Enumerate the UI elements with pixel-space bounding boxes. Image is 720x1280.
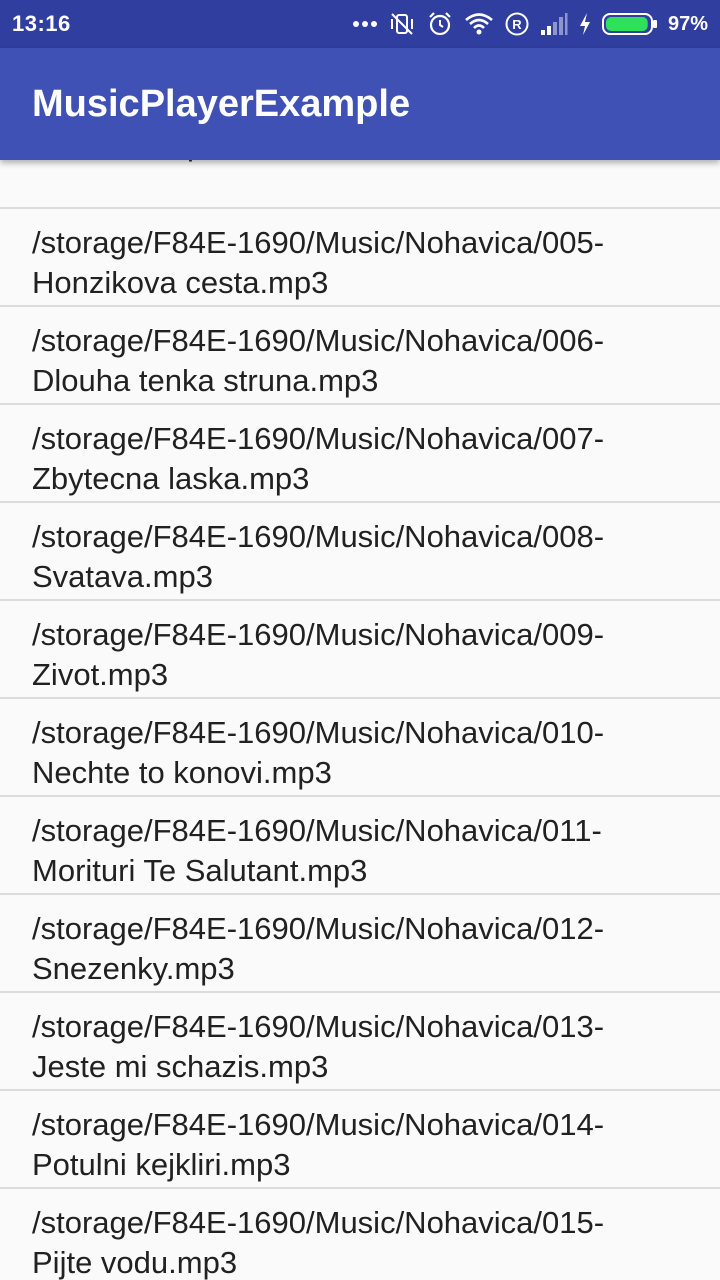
song-path-line-1: /storage/F84E-1690/Music/Nohavica/007- [32,421,605,456]
list-item[interactable]: Tesinska.mp3 [0,160,720,209]
list-item[interactable]: /storage/F84E-1690/Music/Nohavica/014- Po… [0,1091,720,1189]
song-path-line-1: /storage/F84E-1690/Music/Nohavica/015- [32,1205,605,1240]
alarm-icon [426,10,454,38]
song-path-line-2: Potulni kejkliri.mp3 [32,1147,291,1182]
song-path-line-1: /storage/F84E-1690/Music/Nohavica/014- [32,1107,605,1142]
app-bar: MusicPlayerExample [0,48,720,160]
song-list[interactable]: Tesinska.mp3/storage/F84E-1690/Music/Noh… [0,160,720,1280]
status-bar: 13:16 R 97% [0,0,720,48]
song-path-line-1: /storage/F84E-1690/Music/Nohavica/011- [32,813,602,848]
song-path-line-2: Snezenky.mp3 [32,951,235,986]
song-path-line-2: Zivot.mp3 [32,657,169,692]
song-path-line-2: Pijte vodu.mp3 [32,1245,238,1280]
list-item[interactable]: /storage/F84E-1690/Music/Nohavica/010- Ne… [0,699,720,797]
list-item[interactable]: /storage/F84E-1690/Music/Nohavica/009- Zi… [0,601,720,699]
list-item[interactable]: /storage/F84E-1690/Music/Nohavica/012- Sn… [0,895,720,993]
song-path-line-1: /storage/F84E-1690/Music/Nohavica/009- [32,617,605,652]
status-time: 13:16 [12,11,71,36]
svg-text:R: R [512,17,522,32]
list-item[interactable]: /storage/F84E-1690/Music/Nohavica/008- Sv… [0,503,720,601]
app-title: MusicPlayerExample [32,82,411,125]
song-path-line-2: Svatava.mp3 [32,559,213,594]
song-path-line-1: /storage/F84E-1690/Music/Nohavica/005- [32,225,605,260]
vibrate-off-icon [388,10,416,38]
list-item[interactable]: /storage/F84E-1690/Music/Nohavica/013- Je… [0,993,720,1091]
list-item[interactable]: /storage/F84E-1690/Music/Nohavica/015- Pi… [0,1189,720,1280]
battery-percent: 97% [667,12,708,35]
song-path-line-2: Morituri Te Salutant.mp3 [32,853,368,888]
song-path-line-2: Jeste mi schazis.mp3 [32,1049,329,1084]
song-path-line-2: Tesinska.mp3 [32,160,704,165]
signal-icon [540,12,568,36]
song-path-line-1: /storage/F84E-1690/Music/Nohavica/008- [32,519,605,554]
charging-icon [578,12,592,36]
song-path-line-1: /storage/F84E-1690/Music/Nohavica/012- [32,911,605,946]
list-item[interactable]: /storage/F84E-1690/Music/Nohavica/011- Mo… [0,797,720,895]
song-path-line-2: Honzikova cesta.mp3 [32,265,329,300]
song-path-line-1: /storage/F84E-1690/Music/Nohavica/013- [32,1009,605,1044]
song-path-line-2: Nechte to konovi.mp3 [32,755,332,790]
song-list-inner: Tesinska.mp3/storage/F84E-1690/Music/Noh… [0,160,720,1280]
song-path-line-2: Dlouha tenka struna.mp3 [32,363,379,398]
roaming-icon: R [504,11,530,37]
list-item[interactable]: /storage/F84E-1690/Music/Nohavica/006- Dl… [0,307,720,405]
wifi-icon [464,12,494,36]
more-dots-icon [352,20,378,28]
list-item[interactable]: /storage/F84E-1690/Music/Nohavica/007- Zb… [0,405,720,503]
song-path-line-1: /storage/F84E-1690/Music/Nohavica/010- [32,715,605,750]
song-path-line-2: Zbytecna laska.mp3 [32,461,310,496]
battery-icon [601,12,658,36]
list-item[interactable]: /storage/F84E-1690/Music/Nohavica/005- Ho… [0,209,720,307]
song-path-line-1: /storage/F84E-1690/Music/Nohavica/006- [32,323,605,358]
status-icons: R 97% [352,10,708,38]
